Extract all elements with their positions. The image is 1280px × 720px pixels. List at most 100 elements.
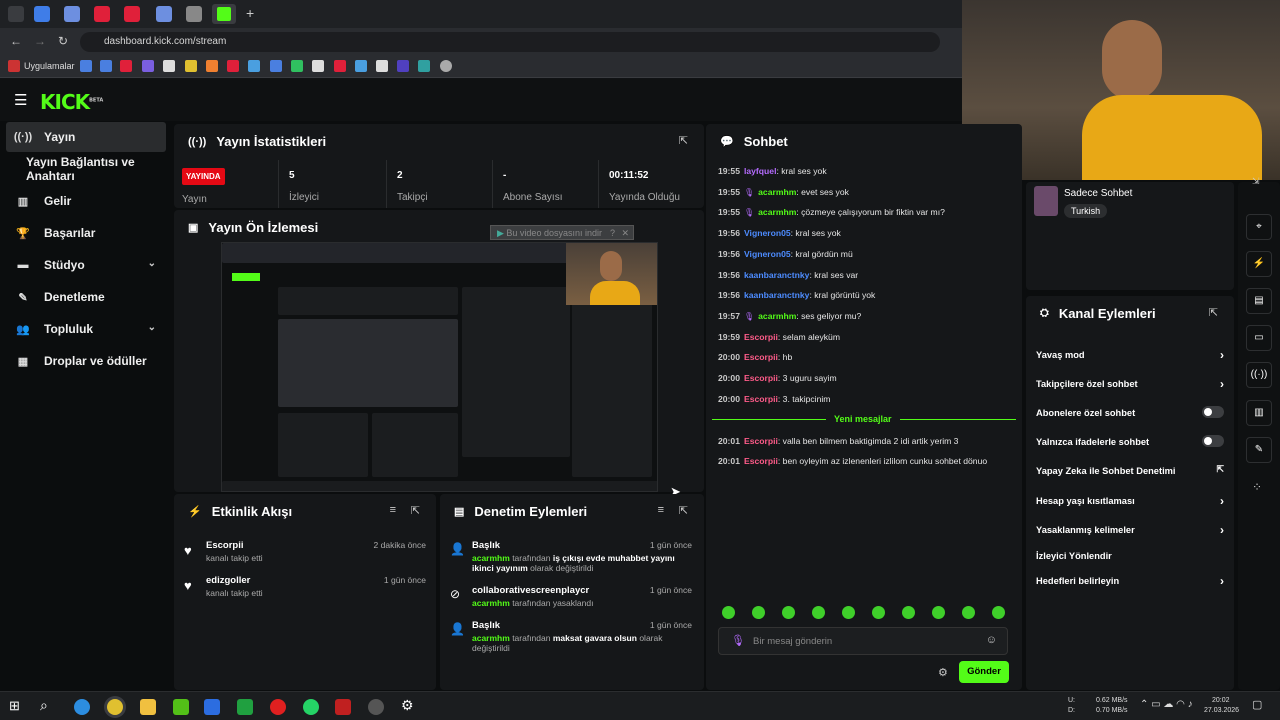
expand-icon[interactable]: ⇱ (411, 504, 420, 517)
sidebar-item-6[interactable]: 👥 Topluluk ⌄ (6, 314, 166, 344)
channel-action-item[interactable]: Takipçilere özel sohbet › (1036, 377, 1224, 391)
emote-icon[interactable] (722, 606, 735, 619)
word-icon[interactable] (204, 699, 220, 715)
bookmark-icon[interactable] (185, 60, 197, 72)
clipboard-icon[interactable]: ▤ (1246, 288, 1272, 314)
chat-username[interactable]: Escorpii (744, 436, 778, 446)
tab-active-kick[interactable] (212, 4, 236, 24)
menu-icon[interactable]: ☰ (14, 91, 27, 109)
pdf-icon[interactable] (335, 699, 351, 715)
channel-action-item[interactable]: Yapay Zeka ile Sohbet Denetimi ⇱ (1036, 464, 1224, 476)
channel-action-item[interactable]: Abonelere özel sohbet (1036, 406, 1224, 418)
channel-action-item[interactable]: Yasaklanmış kelimeler › (1036, 523, 1224, 537)
url-field[interactable]: dashboard.kick.com/stream (80, 32, 940, 52)
new-tab-icon[interactable]: + (246, 6, 262, 22)
expand-icon[interactable]: ⇱ (679, 134, 688, 147)
bookmark-icon[interactable] (248, 60, 260, 72)
channel-action-item[interactable]: Yalnızca ifadelerle sohbet (1036, 435, 1224, 447)
chat-input[interactable]: 🎙 Bir mesaj gönderin ☺ (718, 627, 1008, 655)
tab-icon[interactable] (94, 6, 110, 22)
sidebar-item-4[interactable]: ▬ Stüdyo ⌄ (6, 250, 166, 280)
filter-icon[interactable]: ≡ (390, 504, 396, 516)
tab-list-icon[interactable] (8, 6, 24, 22)
emote-icon[interactable] (872, 606, 885, 619)
emote-icon[interactable] (902, 606, 915, 619)
close-icon[interactable]: ✕ (621, 228, 629, 239)
emote-icon[interactable] (992, 606, 1005, 619)
chat-username[interactable]: acarmhm (758, 311, 796, 321)
back-icon[interactable]: ← (10, 34, 22, 48)
bookmark-icon[interactable] (270, 60, 282, 72)
sidebar-item-3[interactable]: 🏆 Başarılar (6, 218, 166, 248)
lightning-icon[interactable]: ⚡ (1246, 251, 1272, 277)
bookmark-icon[interactable] (100, 60, 112, 72)
chrome-icon[interactable] (107, 699, 123, 715)
tab-icon[interactable] (124, 6, 140, 22)
bookmark-apps[interactable]: Uygulamalar (24, 61, 75, 71)
expand-icon[interactable]: ⇱ (679, 504, 688, 517)
emote-icon[interactable] (932, 606, 945, 619)
bookmark-icon[interactable] (418, 60, 430, 72)
chat-username[interactable]: Vigneron05 (744, 228, 791, 238)
category-thumbnail[interactable] (1034, 186, 1058, 216)
chat-username[interactable]: acarmhm (758, 207, 796, 217)
toggle-switch[interactable] (1202, 406, 1224, 418)
bookmark-icon[interactable] (397, 60, 409, 72)
chat-username[interactable]: kaanbaranctnky (744, 290, 809, 300)
sidebar-item-5[interactable]: ✎ Denetleme (6, 282, 166, 312)
help-icon[interactable]: ? (610, 228, 615, 238)
bookmark-icon[interactable] (227, 60, 239, 72)
emote-icon[interactable] (842, 606, 855, 619)
bookmark-icon[interactable] (206, 60, 218, 72)
notification-icon[interactable]: ▢ (1252, 698, 1262, 711)
excel-icon[interactable] (237, 699, 253, 715)
kick-logo[interactable]: KICKBETA (40, 90, 103, 114)
expand-icon[interactable]: ⇱ (1209, 306, 1218, 319)
emote-icon[interactable] (782, 606, 795, 619)
chat-username[interactable]: Vigneron05 (744, 249, 791, 259)
search-icon[interactable]: ⌕ (40, 697, 48, 714)
channel-action-item[interactable]: Hesap yaşı kısıtlaması › (1036, 494, 1224, 508)
channel-action-item[interactable]: Yavaş mod › (1036, 348, 1224, 362)
bookmark-icon[interactable] (355, 60, 367, 72)
chat-bubble-icon[interactable]: ▭ (1246, 325, 1272, 351)
sidebar-item-2[interactable]: ▥ Gelir (6, 186, 166, 216)
media-icon[interactable] (270, 699, 286, 715)
sidebar-item-0[interactable]: ((·)) Yayın (6, 122, 166, 152)
forward-icon[interactable]: → (34, 34, 46, 48)
chat-username[interactable]: Escorpii (744, 352, 778, 362)
mic-icon[interactable]: 🎙 (731, 634, 745, 647)
download-video-bar[interactable]: ▶ Bu video dosyasını indir? ✕ (490, 225, 634, 240)
language-tag[interactable]: Turkish (1064, 204, 1108, 218)
bookmark-icon[interactable] (163, 60, 175, 72)
tab-icon[interactable] (186, 6, 202, 22)
emote-icon[interactable] (812, 606, 825, 619)
edge-icon[interactable] (74, 699, 90, 715)
bookmark-icon[interactable] (142, 60, 154, 72)
bookmark-icon[interactable] (120, 60, 132, 72)
filter-icon[interactable]: ≡ (658, 504, 664, 516)
bookmark-icon[interactable] (80, 60, 92, 72)
bookmark-icon[interactable] (291, 60, 303, 72)
send-button[interactable]: Gönder (959, 661, 1009, 683)
chat-username[interactable]: Escorpii (744, 394, 778, 404)
tray-icons[interactable]: ⌃ ▭ ☁ ◠ ♪ (1140, 699, 1193, 710)
app-icon[interactable] (173, 699, 189, 715)
reload-icon[interactable]: ↻ (58, 34, 68, 48)
tab-icon[interactable] (34, 6, 50, 22)
toggle-switch[interactable] (1202, 435, 1224, 447)
channel-action-item[interactable]: İzleyici Yönlendir (1036, 551, 1224, 561)
windows-start-icon[interactable]: ⊞ (9, 698, 20, 714)
bookmark-icon[interactable] (312, 60, 324, 72)
bookmark-icon[interactable] (334, 60, 346, 72)
chat-username[interactable]: acarmhm (758, 187, 796, 197)
apps-icon[interactable]: ⁘ (1252, 480, 1262, 494)
chat-username[interactable]: layfquel (744, 166, 776, 176)
whatsapp-icon[interactable] (303, 699, 319, 715)
folder-icon[interactable] (140, 699, 156, 715)
bookmark-icon[interactable] (440, 60, 452, 72)
settings-icon[interactable]: ⚙ (401, 697, 414, 714)
target-icon[interactable]: ⌖ (1246, 214, 1272, 240)
chat-username[interactable]: Escorpii (744, 373, 778, 383)
emoji-icon[interactable]: ☺ (986, 634, 997, 646)
